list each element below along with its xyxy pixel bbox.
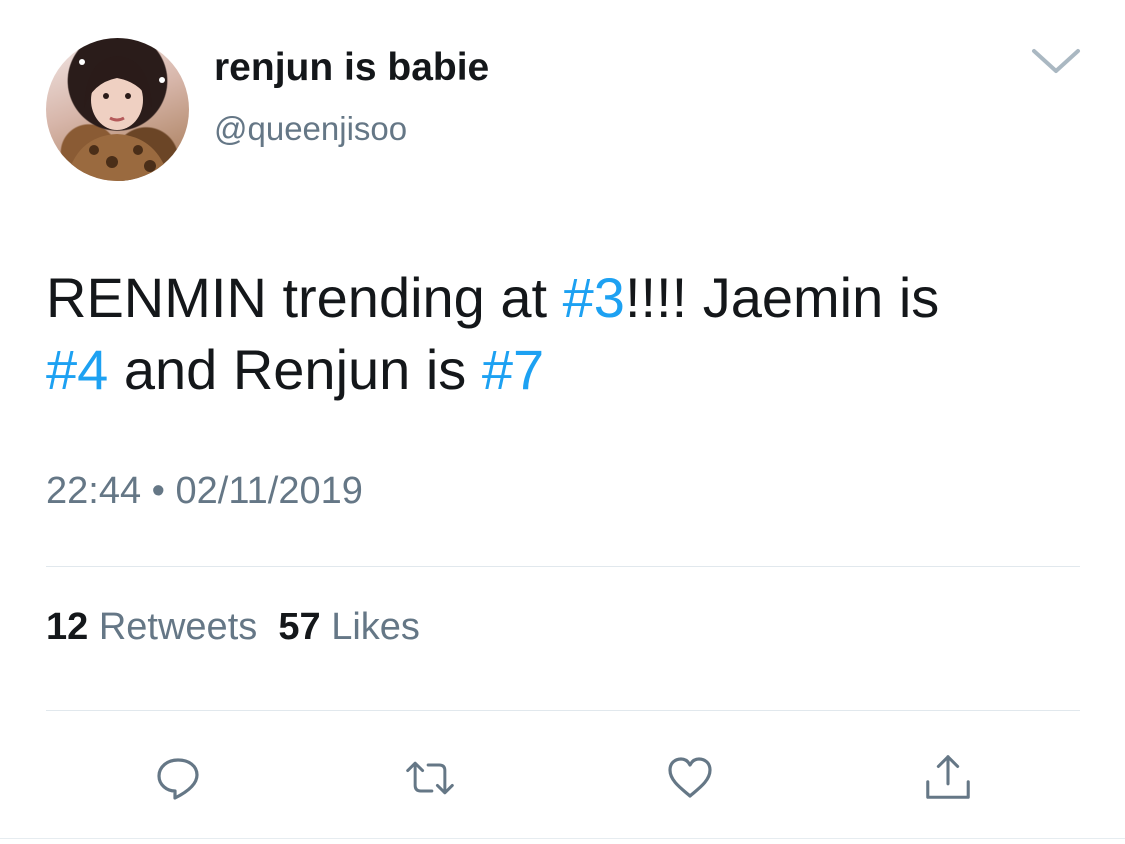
tweet-date: 02/11/2019 — [175, 470, 363, 512]
retweets-count: 12 — [46, 606, 89, 648]
tweet-text-segment: and Renjun is — [108, 338, 482, 401]
tweet-text-segment: RENMIN trending at — [46, 266, 563, 329]
tweet-text: RENMIN trending at #3!!!! Jaemin is #4 a… — [46, 262, 1086, 406]
hashtag-link[interactable]: #3 — [563, 266, 625, 329]
reply-icon[interactable] — [152, 752, 204, 804]
tweet-timestamp: 22:44 • 02/11/2019 — [46, 470, 363, 513]
divider — [46, 566, 1080, 567]
likes-label: Likes — [331, 606, 420, 648]
tweet-text-segment: !!!! Jaemin is — [624, 266, 940, 329]
timestamp-separator: • — [151, 470, 165, 512]
likes-stat[interactable]: 57 Likes — [278, 606, 420, 648]
likes-count: 57 — [278, 606, 321, 648]
hashtag-link[interactable]: #4 — [46, 338, 108, 401]
retweets-label: Retweets — [98, 606, 258, 648]
user-handle[interactable]: @queenjisoo — [214, 110, 407, 148]
divider — [46, 710, 1080, 711]
divider — [0, 838, 1125, 839]
retweet-icon[interactable] — [404, 752, 456, 804]
avatar-photo — [66, 56, 170, 181]
like-icon[interactable] — [664, 752, 716, 804]
tweet-stats: 12 Retweets 57 Likes — [46, 606, 420, 649]
tweet-time: 22:44 — [46, 470, 142, 512]
avatar[interactable] — [46, 38, 189, 181]
chevron-down-icon[interactable] — [1030, 46, 1082, 81]
share-icon[interactable] — [922, 752, 974, 804]
display-name[interactable]: renjun is babie — [214, 46, 489, 90]
retweets-stat[interactable]: 12 Retweets — [46, 606, 257, 648]
hashtag-link[interactable]: #7 — [482, 338, 544, 401]
